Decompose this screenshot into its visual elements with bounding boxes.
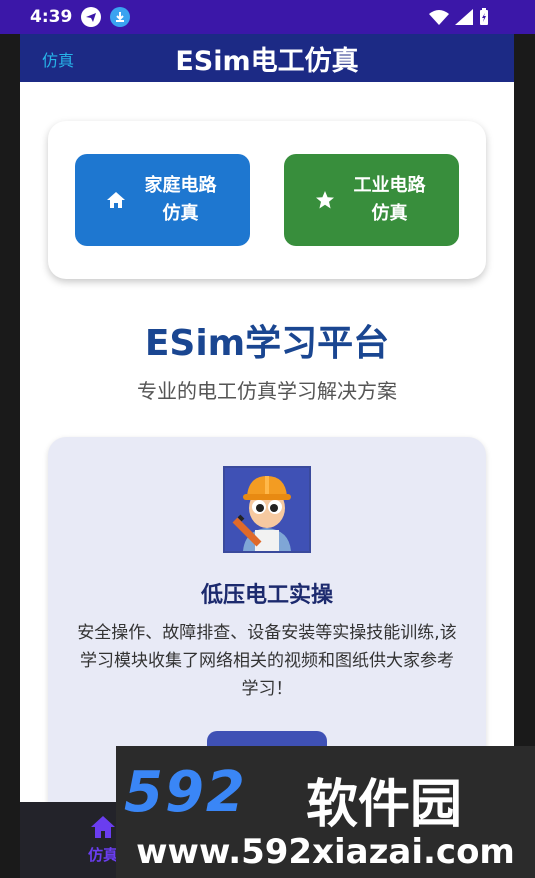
industrial-circuit-label: 工业电路 仿真 <box>353 175 426 224</box>
signal-icon <box>455 9 473 25</box>
left-edge <box>0 34 20 878</box>
simulation-card: 家庭电路 仿真 工业电路 仿真 <box>48 121 486 279</box>
app-bar-title: ESim电工仿真 <box>175 45 359 77</box>
watermark-overlay: 592 软件园 www.592xiazai.com <box>116 746 535 878</box>
app-bar: 仿真 ESim电工仿真 <box>20 34 514 82</box>
industrial-circuit-button[interactable]: 工业电路 仿真 <box>284 154 459 246</box>
battery-icon <box>480 8 488 25</box>
status-right-icons <box>429 8 489 26</box>
home-icon <box>105 189 127 211</box>
platform-title: ESim学习平台 <box>144 323 390 364</box>
watermark-url: www.592xiazai.com <box>136 832 515 872</box>
module-description: 安全操作、故障排查、设备安装等实操技能训练,该学习模块收集了网络相关的视频和图纸… <box>77 623 457 699</box>
electrician-worker-icon <box>223 466 311 553</box>
home-icon <box>89 814 117 840</box>
status-bar: 4:39 <box>0 0 535 34</box>
module-title: 低压电工实操 <box>200 583 333 608</box>
download-icon <box>110 7 131 27</box>
telegram-icon <box>81 7 102 27</box>
home-circuit-label: 家庭电路 仿真 <box>144 175 217 224</box>
watermark-logo-text: 软件园 <box>306 775 463 835</box>
app-screen: 4:39 仿真 ESim电工仿真 家庭电路 仿真 工业电路 仿真 ESim学习平… <box>0 0 535 878</box>
app-bar-back-link[interactable]: 仿真 <box>42 47 74 71</box>
home-circuit-button[interactable]: 家庭电路 仿真 <box>75 154 250 246</box>
main-content: 家庭电路 仿真 工业电路 仿真 ESim学习平台 专业的电工仿真学习解决方案 低… <box>20 82 514 857</box>
platform-subtitle: 专业的电工仿真学习解决方案 <box>137 379 397 403</box>
watermark-logo-number: 592 <box>124 760 247 825</box>
status-time: 4:39 <box>30 7 73 27</box>
star-icon <box>314 189 336 211</box>
wifi-icon <box>429 10 449 25</box>
